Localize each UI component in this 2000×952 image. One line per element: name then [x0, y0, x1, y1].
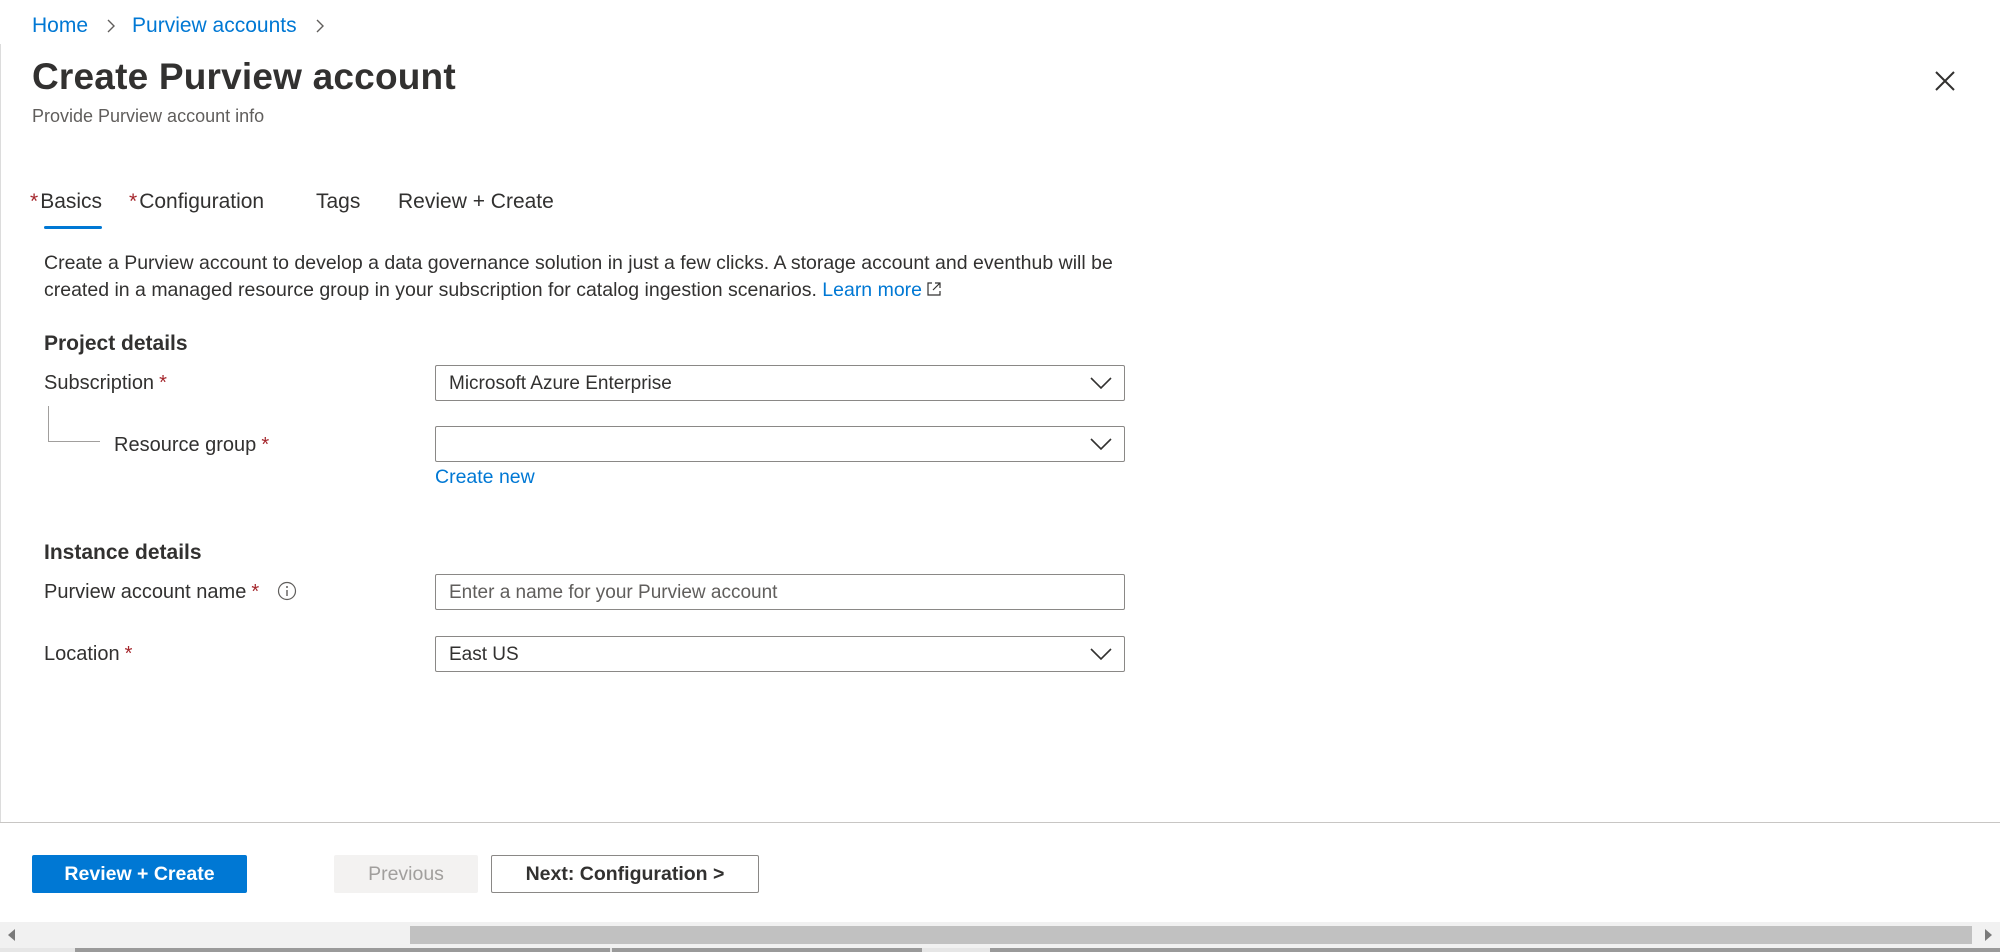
- previous-button[interactable]: Previous: [334, 855, 478, 893]
- tab-label: Basics: [40, 190, 103, 213]
- location-label-text: Location: [44, 643, 120, 665]
- intro-description: Create a Purview account to develop a da…: [44, 252, 1113, 301]
- chevron-down-icon: [1090, 648, 1112, 661]
- bottom-edge: [0, 948, 2000, 952]
- tab-configuration[interactable]: *Configuration: [129, 190, 264, 214]
- tab-basics[interactable]: *Basics: [30, 190, 103, 229]
- chevron-down-icon: [1090, 377, 1112, 390]
- subscription-label: Subscription *: [44, 372, 167, 395]
- bottom-edge-segment: [612, 948, 922, 952]
- tab-label: Tags: [316, 190, 361, 213]
- subscription-dropdown[interactable]: Microsoft Azure Enterprise: [435, 365, 1125, 401]
- scroll-right-arrow[interactable]: [1985, 929, 1992, 941]
- chevron-right-icon: [107, 19, 116, 33]
- next-configuration-button[interactable]: Next: Configuration >: [491, 855, 759, 893]
- footer-divider: [0, 822, 2000, 823]
- horizontal-scrollbar[interactable]: [0, 922, 2000, 948]
- purview-account-name-label-text: Purview account name: [44, 581, 247, 603]
- panel-left-border: [0, 44, 1, 822]
- resource-group-dropdown[interactable]: [435, 426, 1125, 462]
- purview-account-name-placeholder: Enter a name for your Purview account: [449, 582, 778, 603]
- learn-more-link[interactable]: Learn more: [822, 279, 922, 301]
- bottom-edge-segment: [75, 948, 610, 952]
- location-dropdown[interactable]: East US: [435, 636, 1125, 672]
- instance-details-heading: Instance details: [44, 541, 202, 564]
- scrollbar-thumb[interactable]: [410, 926, 1972, 944]
- location-label: Location *: [44, 643, 132, 666]
- subscription-value: Microsoft Azure Enterprise: [449, 373, 672, 394]
- tab-review-create[interactable]: Review + Create: [398, 190, 554, 214]
- page-subtitle: Provide Purview account info: [32, 106, 265, 126]
- review-create-button[interactable]: Review + Create: [32, 855, 247, 893]
- info-icon[interactable]: [277, 581, 297, 601]
- tab-tags[interactable]: Tags: [316, 190, 360, 214]
- breadcrumb: Home Purview accounts: [32, 14, 341, 38]
- external-link-icon: [927, 282, 941, 296]
- breadcrumb-home-link[interactable]: Home: [32, 14, 88, 38]
- required-marker: *: [30, 190, 39, 213]
- close-icon[interactable]: [1930, 66, 1960, 96]
- create-new-resource-group-link[interactable]: Create new: [435, 466, 535, 489]
- location-value: East US: [449, 644, 519, 665]
- required-marker: *: [124, 643, 133, 665]
- tree-connector: [48, 406, 49, 442]
- breadcrumb-purview-accounts-link[interactable]: Purview accounts: [132, 14, 297, 38]
- required-marker: *: [129, 190, 138, 213]
- resource-group-label-text: Resource group: [114, 434, 257, 456]
- purview-account-name-label: Purview account name *: [44, 581, 297, 604]
- required-marker: *: [159, 372, 167, 394]
- chevron-down-icon: [1090, 438, 1112, 451]
- purview-account-name-input[interactable]: Enter a name for your Purview account: [435, 574, 1125, 610]
- page-title: Create Purview account: [32, 56, 456, 97]
- required-marker: *: [261, 434, 270, 456]
- tab-label: Review + Create: [398, 190, 554, 213]
- active-tab-indicator: [44, 226, 103, 229]
- scroll-left-arrow[interactable]: [8, 929, 15, 941]
- project-details-heading: Project details: [44, 332, 188, 355]
- chevron-right-icon: [316, 19, 324, 33]
- tree-connector: [48, 441, 100, 442]
- resource-group-label: Resource group *: [114, 434, 269, 457]
- tab-label: Configuration: [139, 190, 265, 213]
- required-marker: *: [251, 581, 260, 603]
- bottom-edge-segment: [990, 948, 2000, 952]
- subscription-label-text: Subscription: [44, 372, 155, 394]
- intro-text: Create a Purview account to develop a da…: [44, 250, 1144, 304]
